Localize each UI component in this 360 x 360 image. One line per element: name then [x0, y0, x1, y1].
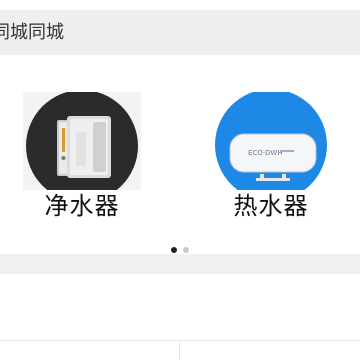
water-purifier-label: 净水器	[44, 192, 120, 220]
water-heater-label: 热水器	[233, 192, 309, 220]
pagination-dot-active[interactable]	[171, 246, 177, 253]
water-purifier-icon	[57, 116, 111, 178]
bottom-content-area	[0, 274, 360, 360]
pagination-dot[interactable]	[183, 246, 189, 253]
category-water-purifier[interactable]: 净水器	[23, 92, 141, 221]
city-header-bar[interactable]: 同城同城	[0, 10, 360, 55]
water-purifier-thumbnail	[23, 92, 141, 190]
section-separator	[0, 254, 360, 274]
svg-text:ECO·DWH: ECO·DWH	[248, 149, 283, 157]
carousel-pagination	[160, 239, 200, 253]
water-heater-icon: ECO·DWH	[229, 133, 317, 181]
category-water-heater[interactable]: ECO·DWH 热水器	[212, 92, 330, 221]
city-header-title: 同城同城	[0, 22, 64, 43]
bottom-divider-vertical	[179, 340, 180, 360]
bottom-divider-horizontal	[0, 340, 360, 341]
water-heater-thumbnail: ECO·DWH	[212, 92, 330, 190]
